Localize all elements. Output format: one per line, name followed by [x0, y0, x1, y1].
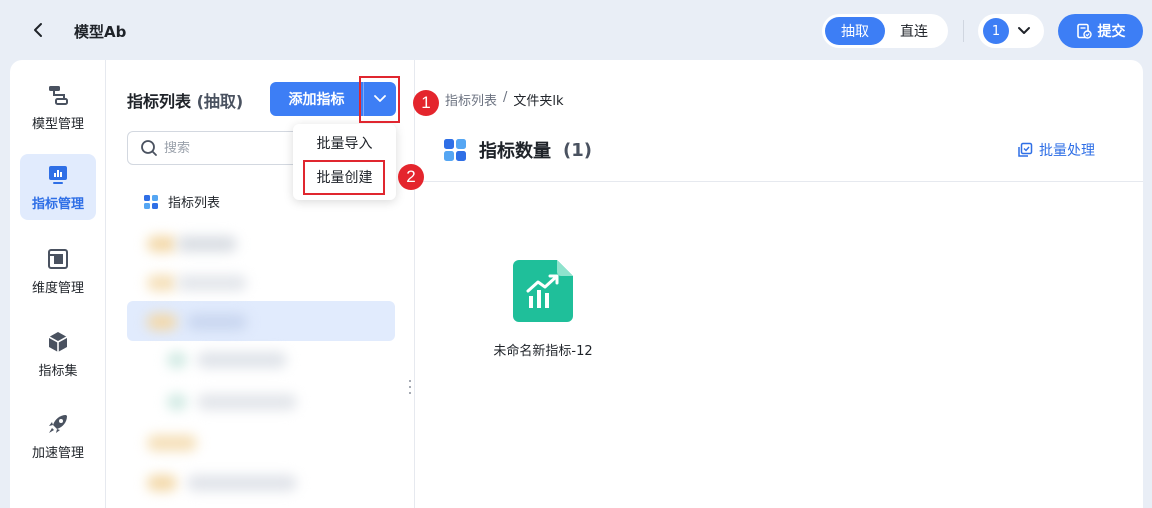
model-icon	[46, 83, 70, 107]
step-badge-1: 1	[413, 90, 439, 116]
add-metric-button[interactable]: 添加指标	[270, 82, 363, 116]
nav-label: 指标集	[38, 363, 78, 379]
search-input[interactable]	[164, 140, 284, 156]
user-menu[interactable]: 1	[978, 14, 1044, 48]
content-divider	[415, 181, 1143, 182]
nav-item-dimension-management[interactable]: 维度管理	[20, 238, 96, 304]
main-card: 模型管理 指标管理 维度管理 指标集 加速管理 指标列表 (抽取) 添加指标 搜…	[10, 60, 1143, 508]
tree-root-label: 指标列表	[168, 196, 221, 211]
nav-item-model-management[interactable]: 模型管理	[20, 74, 96, 140]
breadcrumb-separator: /	[503, 90, 508, 105]
model-title: 模型Ab	[74, 23, 127, 41]
breadcrumb-current: 文件夹lk	[513, 94, 564, 109]
tree-root-metric-list[interactable]: 指标列表	[143, 192, 220, 211]
nav-label: 模型管理	[31, 116, 84, 132]
grid-icon	[144, 194, 158, 209]
mode-switch[interactable]: 抽取 直连	[822, 14, 948, 48]
batch-copy-icon	[1018, 142, 1033, 157]
metric-card[interactable]: 未命名新指标-12	[483, 260, 603, 359]
highlight-dropdown-toggle	[359, 76, 400, 123]
nav-label: 维度管理	[31, 280, 84, 296]
avatar: 1	[983, 18, 1009, 44]
mode-direct-option[interactable]: 直连	[885, 17, 943, 45]
content-title: 指标数量 (1)	[443, 137, 592, 163]
cube-icon	[46, 330, 70, 354]
top-bar: 模型Ab 抽取 直连 1 提交	[0, 0, 1152, 60]
panel-title: 指标列表 (抽取)	[127, 88, 243, 112]
metric-chart-icon	[46, 163, 70, 187]
content-title-text: 指标数量	[479, 141, 551, 162]
content-area: 指标列表 / 文件夹lk 指标数量 (1) 批量处理 未命名新指标-12	[415, 60, 1143, 508]
panel-resize-handle[interactable]	[408, 380, 412, 394]
header-divider	[963, 20, 964, 42]
dimension-icon	[46, 247, 70, 271]
metric-file-icon	[513, 260, 573, 322]
submit-label: 提交	[1097, 24, 1126, 40]
metric-name: 未命名新指标-12	[493, 344, 593, 359]
highlight-batch-create	[303, 160, 385, 195]
back-button[interactable]	[28, 18, 48, 42]
chevron-down-icon	[1018, 27, 1030, 34]
nav-label: 加速管理	[31, 445, 84, 461]
submit-doc-icon	[1076, 23, 1092, 39]
step-badge-2: 2	[398, 164, 424, 190]
batch-process-button[interactable]: 批量处理	[1017, 140, 1095, 160]
left-nav: 模型管理 指标管理 维度管理 指标集 加速管理	[10, 60, 106, 508]
metric-count: (1)	[563, 139, 592, 161]
grid-icon	[444, 139, 466, 161]
submit-button[interactable]: 提交	[1058, 14, 1143, 48]
nav-item-metric-management[interactable]: 指标管理	[20, 154, 96, 220]
menu-item-batch-import[interactable]: 批量导入	[293, 128, 396, 158]
batch-process-label: 批量处理	[1039, 143, 1095, 159]
mode-extract-option[interactable]: 抽取	[825, 17, 885, 45]
panel-title-text: 指标列表	[127, 92, 192, 111]
nav-item-metric-set[interactable]: 指标集	[20, 321, 96, 387]
rocket-icon	[46, 412, 70, 436]
panel-title-suffix: (抽取)	[196, 92, 244, 111]
nav-item-acceleration-management[interactable]: 加速管理	[20, 403, 96, 469]
search-icon	[141, 140, 157, 156]
breadcrumb-item[interactable]: 指标列表	[445, 90, 497, 109]
chevron-left-icon	[34, 23, 42, 37]
search-box	[127, 131, 307, 165]
nav-label: 指标管理	[31, 196, 84, 212]
breadcrumb: 指标列表 / 文件夹lk	[445, 90, 564, 109]
